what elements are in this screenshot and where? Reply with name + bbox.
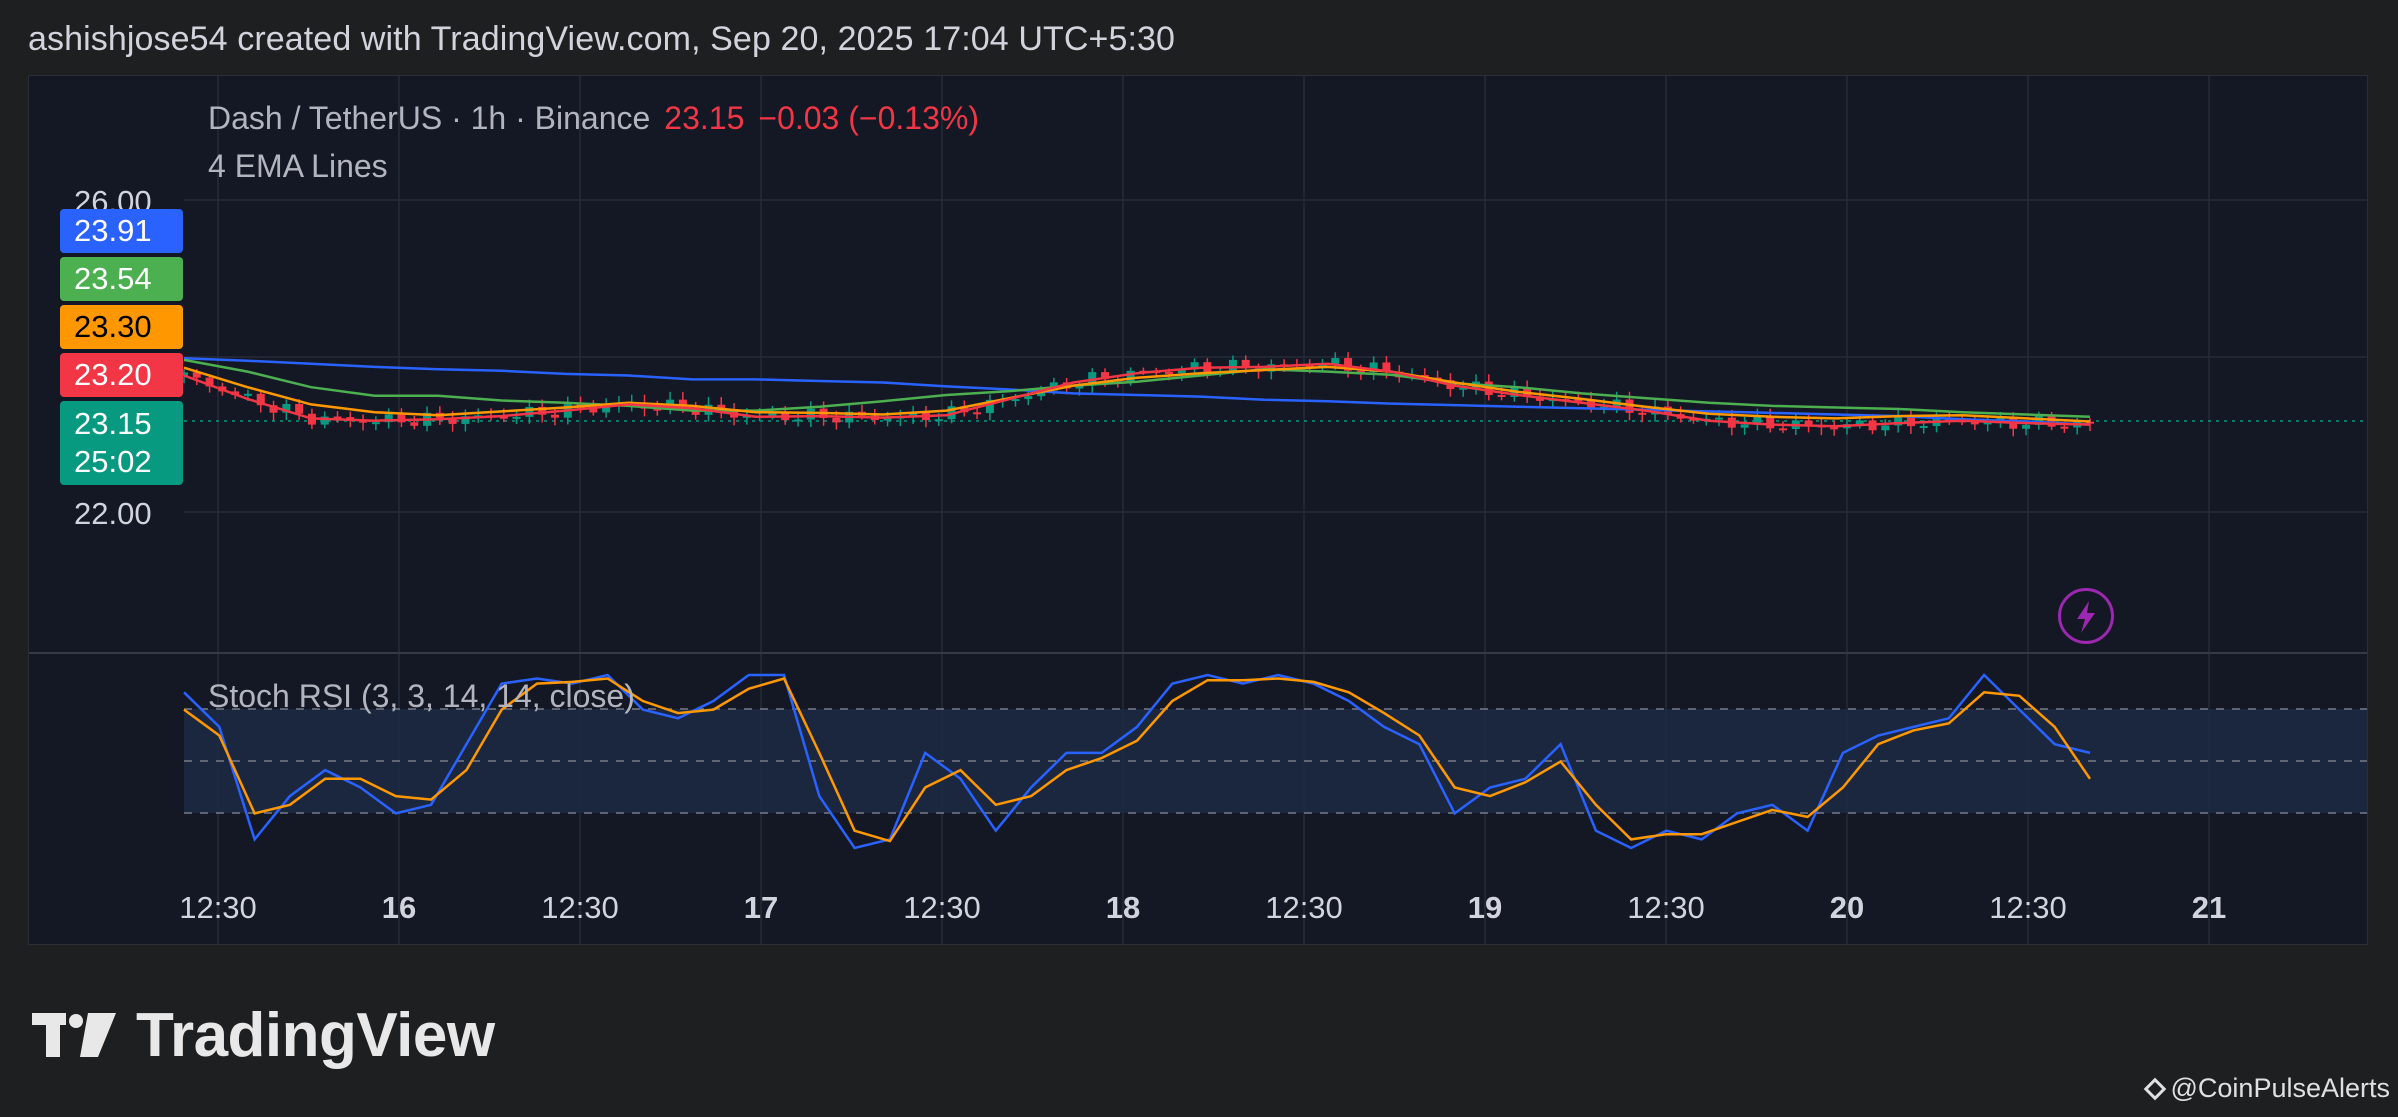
x-label: 12:30 xyxy=(1989,890,2067,925)
candle-body xyxy=(1778,428,1787,431)
last-price: 23.15 xyxy=(664,100,745,136)
ema2-line xyxy=(183,358,2091,419)
candle-body xyxy=(2060,426,2069,429)
ema4-price-tag: 23.20 xyxy=(60,353,183,397)
x-label: 12:30 xyxy=(903,890,981,925)
candle-body xyxy=(934,419,943,422)
stoch-legend[interactable]: Stoch RSI (3, 3, 14, 14, close) xyxy=(208,678,635,715)
candle-body xyxy=(2022,424,2031,429)
candle-body xyxy=(973,412,982,415)
candle-body xyxy=(1881,425,1890,431)
candle-body xyxy=(1715,417,1724,420)
ema1-line xyxy=(183,357,2091,426)
candle-body xyxy=(410,422,419,426)
candle-body xyxy=(512,416,521,419)
candle-body xyxy=(1830,427,1839,430)
ema-legend[interactable]: 4 EMA Lines xyxy=(208,148,388,185)
x-label: 12:30 xyxy=(1265,890,1343,925)
watermark: @CoinPulseAlerts xyxy=(2143,1073,2391,1104)
x-label: 17 xyxy=(743,890,779,925)
lightning-bolt-icon[interactable] xyxy=(2058,588,2114,644)
x-label: 12:30 xyxy=(1627,890,1705,925)
watermark-text: @CoinPulseAlerts xyxy=(2170,1073,2391,1103)
candle-body xyxy=(1638,412,1647,415)
symbol-legend[interactable]: Dash / TetherUS · 1h · Binance 23.15 −0.03… xyxy=(208,100,979,137)
last-price-tag-value: 23.15 xyxy=(74,406,152,441)
ema2-price-tag: 23.54 xyxy=(60,257,183,301)
candle-body xyxy=(883,418,892,421)
candle-body xyxy=(295,403,304,414)
x-label: 18 xyxy=(1105,890,1141,925)
ema-lines xyxy=(183,357,2091,428)
tradingview-logo-text: TradingView xyxy=(136,1001,495,1070)
ema1-price-tag: 23.91 xyxy=(60,209,183,253)
x-label: 12:30 xyxy=(179,890,257,925)
candle-body xyxy=(1024,396,1033,400)
candle-body xyxy=(1919,426,1928,429)
tradingview-logo-icon xyxy=(32,1012,116,1057)
price-change: −0.03 (−0.13%) xyxy=(758,100,979,136)
x-label: 20 xyxy=(1829,890,1865,925)
y-label-22: 22.00 xyxy=(74,496,152,531)
x-label: 16 xyxy=(381,890,417,925)
candle-body xyxy=(794,419,803,422)
candle-body xyxy=(550,414,559,418)
candle-body xyxy=(1228,359,1237,372)
candle-body xyxy=(371,422,380,425)
x-label: 21 xyxy=(2191,890,2227,925)
candle-body xyxy=(1497,394,1506,397)
candle-body xyxy=(1855,420,1864,425)
tradingview-logo[interactable]: TradingView xyxy=(32,1000,495,1071)
bar-countdown: 25:02 xyxy=(74,444,152,479)
chart-grid xyxy=(184,76,2367,944)
candle-body xyxy=(243,393,252,396)
diamond-icon xyxy=(2143,1077,2166,1100)
candle-body xyxy=(1164,371,1173,374)
ema3-price-tag: 23.30 xyxy=(60,305,183,349)
candle-body xyxy=(832,418,841,423)
x-label: 19 xyxy=(1467,890,1503,925)
x-label: 12:30 xyxy=(541,890,619,925)
last-price-tag: 23.15 25:02 xyxy=(60,401,183,485)
symbol-name: Dash / TetherUS · 1h · Binance xyxy=(208,100,651,136)
candle-body xyxy=(1740,424,1749,428)
